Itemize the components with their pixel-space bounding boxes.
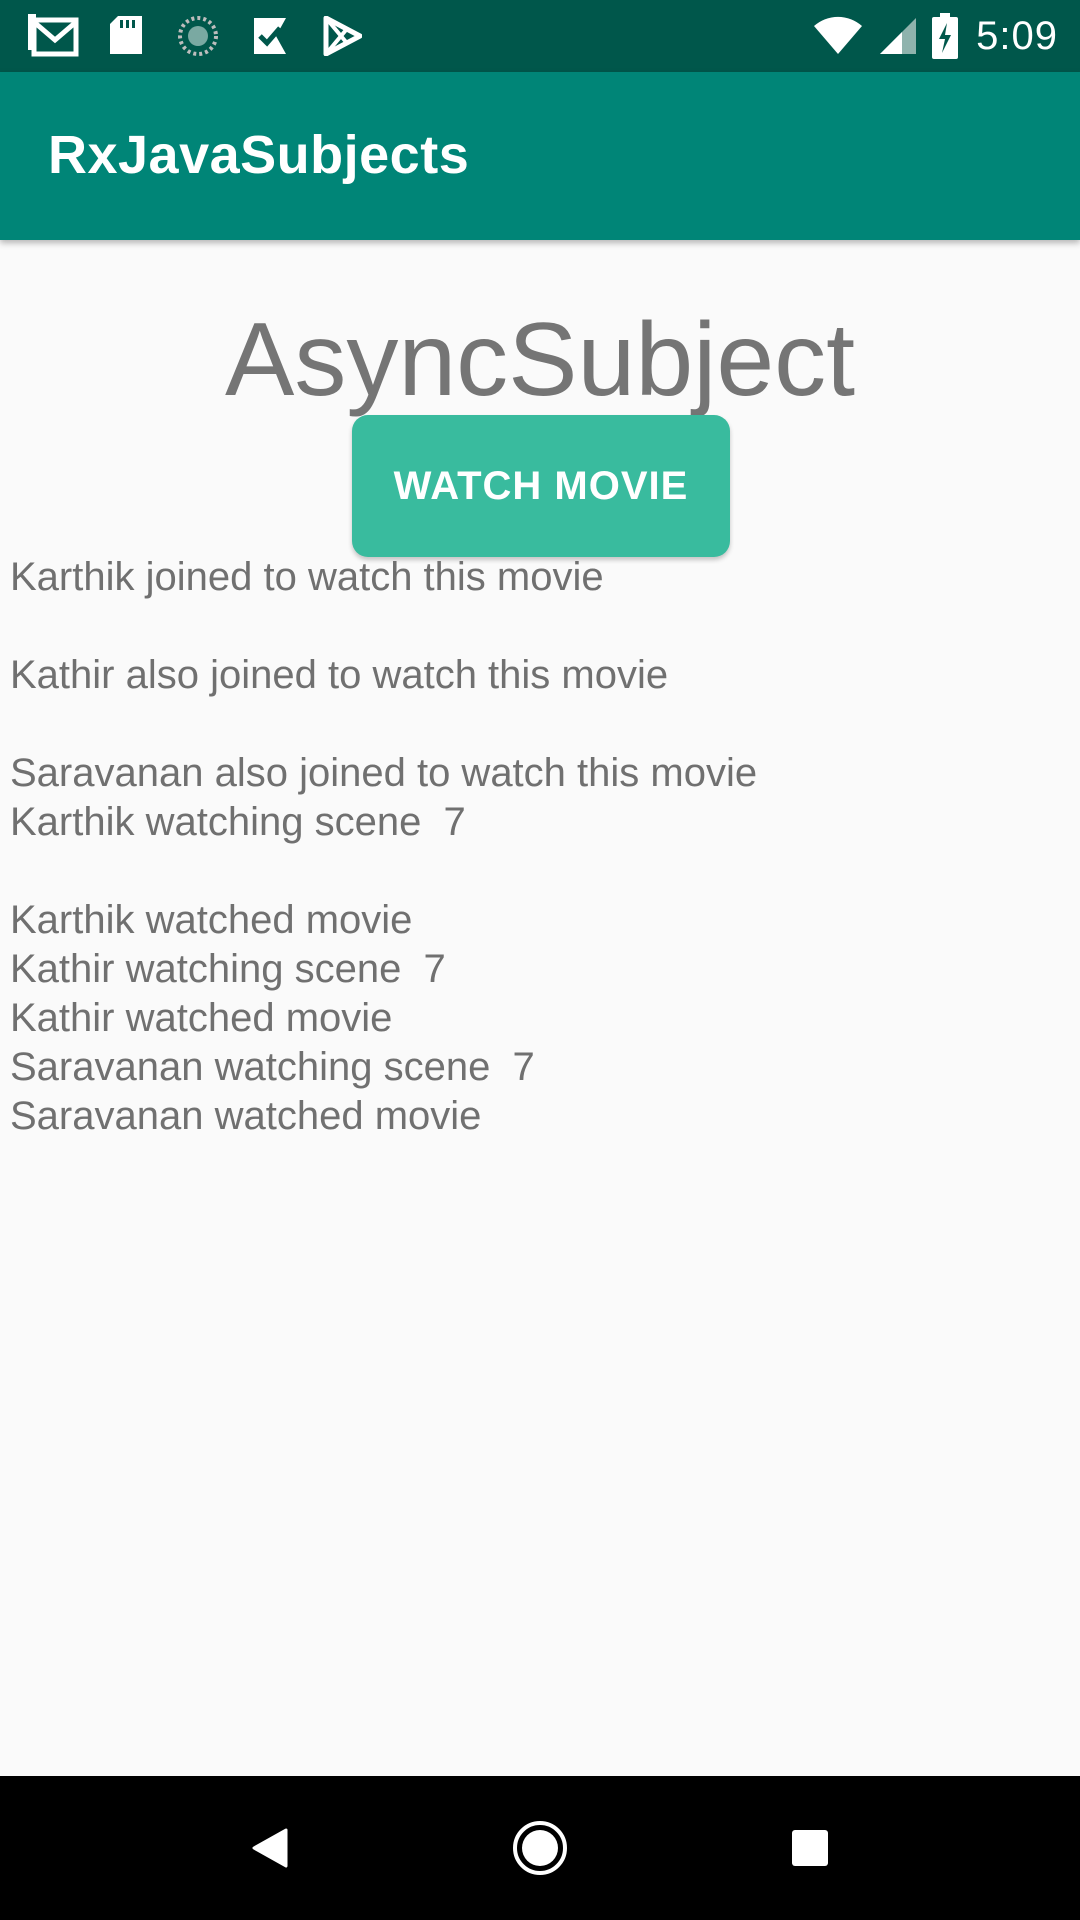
sd-card-icon bbox=[98, 12, 154, 60]
status-bar: 5:09 bbox=[0, 0, 1080, 72]
watch-movie-button[interactable]: WATCH MOVIE bbox=[352, 415, 730, 557]
task-check-icon bbox=[242, 12, 298, 60]
app-bar: RxJavaSubjects bbox=[0, 72, 1080, 240]
event-log: Karthik joined to watch this movie Kathi… bbox=[10, 553, 1070, 1141]
back-icon[interactable] bbox=[190, 1776, 350, 1920]
log-line: Kathir also joined to watch this movie bbox=[10, 653, 669, 697]
sync-progress-icon bbox=[170, 12, 226, 60]
cell-signal-icon bbox=[878, 16, 918, 56]
app-title: RxJavaSubjects bbox=[48, 125, 470, 185]
log-line: Saravanan also joined to watch this movi… bbox=[10, 751, 758, 795]
home-icon[interactable] bbox=[460, 1776, 620, 1920]
log-line: Saravanan watched movie bbox=[10, 1094, 482, 1138]
play-store-icon bbox=[314, 12, 370, 60]
battery-charging-icon bbox=[932, 13, 959, 59]
notification-icons bbox=[26, 12, 386, 60]
log-line: Karthik watching scene 7 bbox=[10, 800, 466, 844]
log-line: Saravanan watching scene 7 bbox=[10, 1045, 535, 1089]
log-line: Kathir watched movie bbox=[10, 996, 393, 1040]
subject-heading: AsyncSubject bbox=[224, 302, 856, 418]
log-line: Karthik joined to watch this movie bbox=[10, 555, 604, 599]
navigation-bar bbox=[0, 1776, 1080, 1920]
gmail-icon bbox=[26, 12, 82, 60]
recents-icon[interactable] bbox=[730, 1776, 890, 1920]
system-icons: 5:09 bbox=[798, 10, 1058, 62]
wifi-icon bbox=[812, 16, 864, 56]
log-line: Karthik watched movie bbox=[10, 898, 413, 942]
status-clock: 5:09 bbox=[976, 13, 1058, 58]
log-line: Kathir watching scene 7 bbox=[10, 947, 446, 991]
